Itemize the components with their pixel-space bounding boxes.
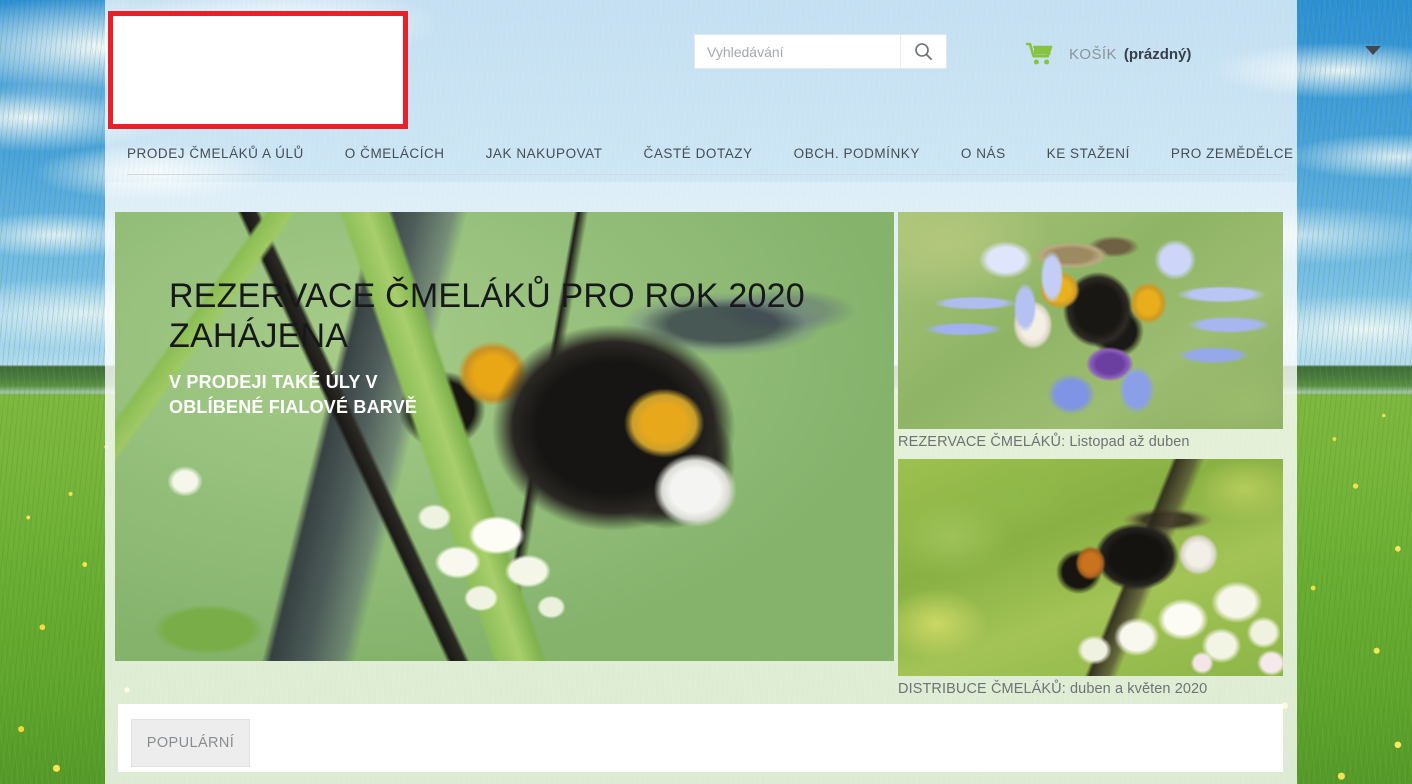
search-input[interactable] [695, 35, 900, 68]
hero-title: REZERVACE ČMELÁKŮ PRO ROK 2020 ZAHÁJENA [169, 277, 805, 355]
nav-item-prodej-cmelaku-a-ulu[interactable]: PRODEJ ČMELÁKŮ A ÚLŮ [127, 146, 304, 161]
tab-popular[interactable]: POPULÁRNÍ [131, 719, 250, 767]
main-navigation: PRODEJ ČMELÁKŮ A ÚLŮ O ČMELÁCÍCH JAK NAK… [127, 146, 1293, 175]
search-form [694, 34, 947, 69]
teaser-reservation[interactable]: REZERVACE ČMELÁKŮ: Listopad až duben [898, 212, 1283, 450]
search-icon [914, 42, 933, 61]
search-submit-button[interactable] [900, 35, 946, 68]
hero-banner[interactable]: REZERVACE ČMELÁKŮ PRO ROK 2020 ZAHÁJENA … [115, 212, 894, 661]
nav-item-o-cmelacich[interactable]: O ČMELÁCÍCH [345, 146, 445, 161]
page-container: KOŠÍK (prázdný) PRODEJ ČMELÁKŮ A ÚLŮ O Č… [105, 0, 1381, 784]
teaser-reservation-caption: REZERVACE ČMELÁKŮ: Listopad až duben [898, 434, 1190, 450]
nav-item-caste-dotazy[interactable]: ČASTÉ DOTAZY [644, 146, 753, 161]
teaser-distribution[interactable]: DISTRIBUCE ČMELÁKŮ: duben a květen 2020 [898, 459, 1283, 697]
site-logo[interactable] [108, 11, 408, 129]
nav-item-pro-zemedelce[interactable]: PRO ZEMĚDĚLCE [1171, 146, 1294, 161]
chevron-down-icon[interactable] [1365, 46, 1381, 55]
teaser-distribution-caption: DISTRIBUCE ČMELÁKŮ: duben a květen 2020 [898, 681, 1208, 697]
cart-block[interactable]: KOŠÍK (prázdný) [1025, 38, 1381, 70]
cart-label: KOŠÍK [1069, 45, 1117, 63]
nav-item-ke-stazeni[interactable]: KE STAŽENÍ [1047, 146, 1130, 161]
product-tabs-panel: POPULÁRNÍ [118, 704, 1283, 772]
nav-item-obch-podminky[interactable]: OBCH. PODMÍNKY [794, 146, 920, 161]
shopping-cart-icon [1025, 42, 1053, 66]
teaser-distribution-image [898, 459, 1283, 676]
hero-subtitle: V PRODEJI TAKÉ ÚLY V OBLÍBENÉ FIALOVÉ BA… [169, 372, 418, 417]
site-header: KOŠÍK (prázdný) [105, 0, 1381, 140]
teaser-reservation-image [898, 212, 1283, 429]
cart-status: (prázdný) [1123, 45, 1192, 63]
nav-item-jak-nakupovat[interactable]: JAK NAKUPOVAT [486, 146, 603, 161]
nav-item-o-nas[interactable]: O NÁS [961, 146, 1006, 161]
